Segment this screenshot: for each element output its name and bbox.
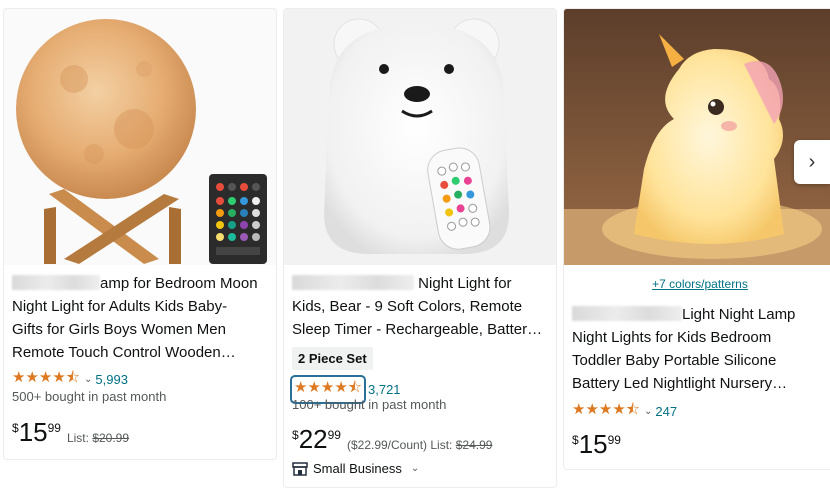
carousel-next-button[interactable]: › <box>794 140 830 184</box>
title-line[interactable]: Light Night Lamp <box>682 306 795 323</box>
unit-and-list-price: ($22.99/Count) List: $24.99 <box>347 438 492 452</box>
chevron-down-icon[interactable]: ⌄ <box>644 406 652 417</box>
title-line[interactable]: Gifts for Girls Boys Women Men <box>12 318 270 341</box>
rating-count[interactable]: 247 <box>655 404 677 419</box>
title-line[interactable]: amp for Bedroom Moon <box>100 275 258 292</box>
product-image-moon-lamp[interactable] <box>4 9 276 265</box>
chevron-down-icon[interactable]: ⌄ <box>411 463 419 474</box>
title-line[interactable]: Toddler Baby Portable Silicone <box>572 349 830 372</box>
price-symbol: $ <box>572 433 579 447</box>
list-label: List: <box>66 431 89 445</box>
product-image-bear-light[interactable] <box>284 9 556 265</box>
title-line[interactable]: Remote Touch Control Wooden… <box>12 341 270 364</box>
price-symbol: $ <box>12 421 19 435</box>
list-label: List: <box>430 438 453 452</box>
unicorn-lamp-image <box>564 9 830 265</box>
chevron-down-icon[interactable]: ⌄ <box>84 374 92 385</box>
blurred-brand <box>572 306 682 321</box>
variant-badge[interactable]: 2 Piece Set <box>292 347 373 370</box>
price-fraction: 99 <box>607 433 621 447</box>
product-card-bear-light[interactable]: Night Light for Kids, Bear - 9 Soft Colo… <box>283 8 557 488</box>
title-line[interactable]: Night Light for <box>418 275 511 292</box>
price[interactable]: $ 22 99 ($22.99/Count) List: $24.99 <box>292 424 492 454</box>
price-whole: 22 <box>298 424 328 454</box>
list-price-value: $20.99 <box>92 431 130 445</box>
product-title[interactable]: Night Light for Kids, Bear - 9 Soft Colo… <box>292 272 550 341</box>
rating-count[interactable]: 3,721 <box>368 382 401 397</box>
product-card-unicorn-lamp[interactable]: +7 colors/patterns Light Night Lamp Nigh… <box>563 8 830 470</box>
blurred-brand <box>12 275 100 290</box>
store-icon <box>292 461 308 476</box>
price[interactable]: $ 15 99 <box>572 429 621 459</box>
moon-lamp-image <box>16 19 267 264</box>
color-swatch-link[interactable]: +7 colors/patterns <box>564 277 830 291</box>
price[interactable]: $ 15 99 List: $20.99 <box>12 417 129 447</box>
price-whole: 15 <box>578 429 608 459</box>
price-fraction: 99 <box>47 421 61 435</box>
chevron-right-icon: › <box>808 150 816 173</box>
bought-in-past-month: 500+ bought in past month <box>12 389 167 404</box>
product-card-moon-lamp[interactable]: amp for Bedroom Moon Night Light for Adu… <box>3 8 277 460</box>
list-price: List: $20.99 <box>67 431 129 445</box>
rating-count[interactable]: 5,993 <box>95 372 128 387</box>
product-title[interactable]: Light Night Lamp Night Lights for Kids B… <box>572 303 830 395</box>
blurred-brand <box>292 275 414 290</box>
price-symbol: $ <box>292 428 299 442</box>
rating-row[interactable]: ★★★★⯪ ⌄ 247 <box>572 399 677 424</box>
unit-price: ($22.99/Count) <box>346 438 428 452</box>
bear-light-image <box>324 18 509 254</box>
title-line[interactable]: Night Light for Adults Kids Baby- <box>12 295 270 318</box>
title-line[interactable]: Kids, Bear - 9 Soft Colors, Remote <box>292 295 550 318</box>
title-line[interactable]: Sleep Timer - Rechargeable, Batter… <box>292 318 550 341</box>
title-line[interactable]: Battery Led Nightlight Nursery… <box>572 372 830 395</box>
price-fraction: 99 <box>327 428 341 442</box>
small-business-label[interactable]: Small Business <box>313 461 402 476</box>
product-title[interactable]: amp for Bedroom Moon Night Light for Adu… <box>12 272 270 364</box>
product-image-unicorn-lamp[interactable] <box>564 9 830 265</box>
bought-in-past-month: 100+ bought in past month <box>292 397 447 412</box>
title-line[interactable]: Night Lights for Kids Bedroom <box>572 326 830 349</box>
small-business-badge[interactable]: Small Business ⌄ <box>292 461 422 476</box>
star-rating-icon[interactable]: ★★★★⯪ <box>572 399 640 424</box>
price-whole: 15 <box>18 417 48 447</box>
list-price-value: $24.99 <box>455 438 493 452</box>
